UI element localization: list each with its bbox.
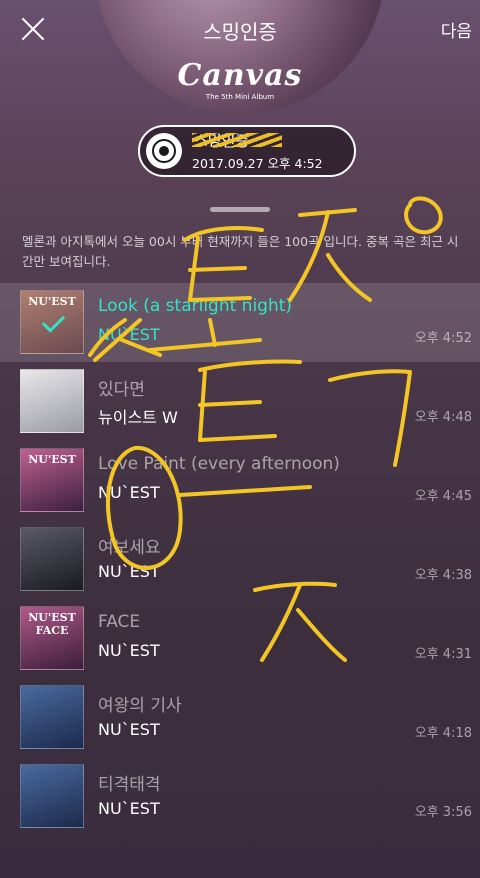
song-title: FACE	[98, 612, 141, 632]
info-text: 멜론과 아지톡에서 오늘 00시 부터 현재까지 들은 100곡 입니다. 중복…	[22, 234, 459, 269]
song-title: 티격태격	[98, 775, 161, 795]
song-title: 있다면	[98, 380, 145, 400]
check-icon	[41, 309, 66, 333]
list-item[interactable]: 티격태격 NU`EST 오후 3:56	[0, 757, 480, 836]
next-button[interactable]: 다음	[441, 17, 472, 42]
drag-handle[interactable]	[210, 207, 270, 212]
album-logo: Canvas	[177, 58, 303, 93]
album-thumb: NU'EST FACE	[20, 606, 84, 670]
scribble-mark	[192, 133, 282, 147]
list-item[interactable]: 있다면 뉴이스트 W 오후 4:48	[0, 362, 480, 441]
album-thumb: NU'EST	[20, 448, 84, 512]
song-artist: NU`EST	[98, 483, 160, 502]
album-thumb: NU'EST	[20, 290, 84, 354]
song-artist: NU`EST	[98, 720, 160, 739]
badge-date: 2017.09.27 오후 4:52	[192, 156, 323, 171]
album-thumb	[20, 764, 84, 828]
song-title: 여보세요	[98, 538, 161, 558]
list-item[interactable]: 여왕의 기사 NU`EST 오후 4:18	[0, 678, 480, 757]
song-time: 오후 4:38	[414, 568, 472, 583]
list-item[interactable]: 여보세요 NU`EST 오후 4:38	[0, 520, 480, 599]
album-thumb	[20, 369, 84, 433]
song-title: Look (a starlight night)	[98, 296, 293, 316]
album-thumb	[20, 527, 84, 591]
song-time: 오후 4:48	[414, 410, 472, 425]
album-thumb	[20, 685, 84, 749]
song-time: 오후 4:45	[414, 489, 472, 504]
thumb-caption: NU'EST	[28, 453, 76, 466]
page-title: 스밍인증	[203, 20, 277, 44]
song-time: 오후 4:52	[414, 331, 472, 346]
song-time: 오후 3:56	[414, 805, 472, 820]
song-time: 오후 4:31	[414, 647, 472, 662]
list-item[interactable]: NU'EST FACE FACE NU`EST 오후 4:31	[0, 599, 480, 678]
streaming-badge: 스밍인증 2017.09.27 오후 4:52	[138, 125, 356, 177]
song-time: 오후 4:18	[414, 726, 472, 741]
song-artist: NU`EST	[98, 799, 160, 818]
record-icon	[146, 133, 182, 169]
song-artist: NU`EST	[98, 641, 160, 660]
album-subtitle: The 5th Mini Album	[205, 93, 275, 101]
list-item[interactable]: NU'EST Love Paint (every afternoon) NU`E…	[0, 441, 480, 520]
thumb-caption: NU'EST FACE	[28, 611, 76, 637]
song-artist: 뉴이스트 W	[98, 408, 178, 427]
song-title: Love Paint (every afternoon)	[98, 454, 340, 474]
song-list: NU'EST Look (a starlight night) NU`EST 오…	[0, 283, 480, 836]
song-sheet: 멜론과 아지톡에서 오늘 00시 부터 현재까지 들은 100곡 입니다. 중복…	[0, 197, 480, 878]
song-artist: NU`EST	[98, 562, 160, 581]
list-item[interactable]: NU'EST Look (a starlight night) NU`EST 오…	[0, 283, 480, 362]
thumb-caption: NU'EST	[28, 295, 76, 308]
song-title: 여왕의 기사	[98, 696, 182, 716]
song-artist: NU`EST	[98, 325, 160, 344]
